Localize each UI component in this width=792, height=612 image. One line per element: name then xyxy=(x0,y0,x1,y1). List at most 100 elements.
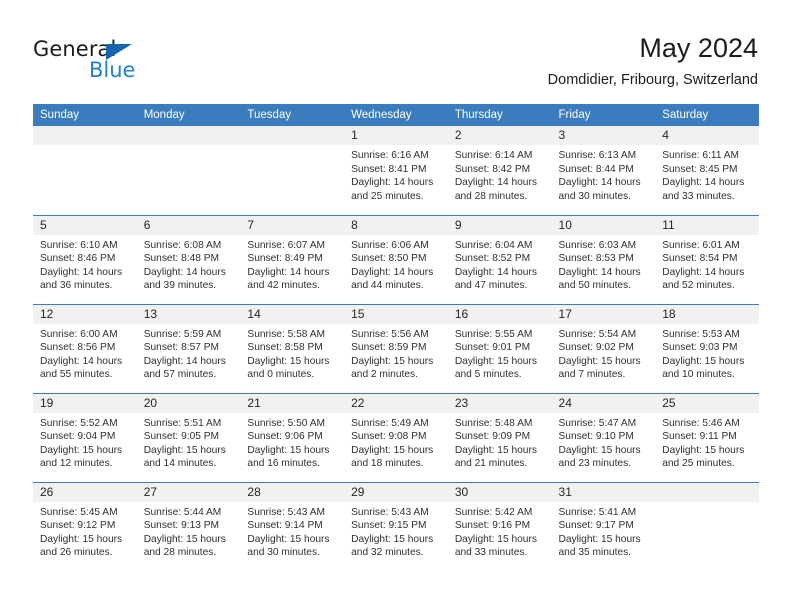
calendar-day-cell[interactable]: 29 Sunrise: 5:43 AM Sunset: 9:15 PM Dayligh… xyxy=(344,481,448,571)
day-number: 5 xyxy=(33,215,137,235)
day-number xyxy=(240,126,345,145)
day-number xyxy=(33,126,137,145)
general-blue-logo[interactable]: General Blue xyxy=(33,38,233,86)
daylight-text: Daylight: 14 hours and 57 minutes. xyxy=(143,355,226,381)
daylight-text: Daylight: 15 hours and 32 minutes. xyxy=(351,533,434,559)
calendar-cell-inner: 26 Sunrise: 5:45 AM Sunset: 9:12 PM Dayligh… xyxy=(33,482,137,572)
calendar-day-cell[interactable]: 3 Sunrise: 6:13 AM Sunset: 8:44 PM Daylight… xyxy=(551,126,656,215)
day-number: 19 xyxy=(33,393,137,413)
sunrise-text: Sunrise: 5:45 AM xyxy=(40,506,118,518)
sunrise-text: Sunrise: 5:50 AM xyxy=(247,417,325,429)
calendar-cell-inner: 6 Sunrise: 6:08 AM Sunset: 8:48 PM Daylight… xyxy=(136,215,241,304)
daylight-text: Daylight: 15 hours and 18 minutes. xyxy=(351,444,434,470)
sunrise-text: Sunrise: 6:10 AM xyxy=(40,239,118,251)
sun-info: Sunrise: 6:06 AM Sunset: 8:50 PM Daylight:… xyxy=(344,235,448,293)
sun-info: Sunrise: 6:11 AM Sunset: 8:45 PM Daylight:… xyxy=(655,145,759,203)
day-number: 4 xyxy=(655,126,759,145)
calendar-day-cell[interactable]: 11 Sunrise: 6:01 AM Sunset: 8:54 PM Dayligh… xyxy=(655,214,759,304)
calendar-cell-empty xyxy=(136,126,241,215)
sunset-text: Sunset: 8:59 PM xyxy=(351,342,427,354)
calendar-day-cell[interactable]: 18 Sunrise: 5:53 AM Sunset: 9:03 PM Dayligh… xyxy=(655,303,759,393)
day-number: 27 xyxy=(136,482,241,502)
calendar-day-cell[interactable]: 15 Sunrise: 5:56 AM Sunset: 8:59 PM Dayligh… xyxy=(344,303,448,393)
day-number: 22 xyxy=(344,393,448,413)
sunset-text: Sunset: 9:09 PM xyxy=(454,431,531,443)
calendar-day-cell[interactable]: 10 Sunrise: 6:03 AM Sunset: 8:53 PM Dayligh… xyxy=(551,214,656,304)
calendar-day-cell[interactable]: 27 Sunrise: 5:44 AM Sunset: 9:13 PM Dayligh… xyxy=(136,481,241,571)
calendar-day-cell[interactable]: 26 Sunrise: 5:45 AM Sunset: 9:12 PM Dayligh… xyxy=(33,481,137,572)
calendar-day-cell[interactable]: 22 Sunrise: 5:49 AM Sunset: 9:08 PM Dayligh… xyxy=(344,392,448,482)
sunset-text: Sunset: 8:54 PM xyxy=(662,253,738,265)
sun-info: Sunrise: 6:14 AM Sunset: 8:42 PM Daylight:… xyxy=(448,145,552,203)
calendar-cell-empty xyxy=(33,126,137,215)
calendar-day-cell[interactable]: 20 Sunrise: 5:51 AM Sunset: 9:05 PM Dayligh… xyxy=(136,392,241,482)
calendar-day-cell[interactable]: 19 Sunrise: 5:52 AM Sunset: 9:04 PM Dayligh… xyxy=(33,392,137,482)
calendar-day-cell[interactable]: 5 Sunrise: 6:10 AM Sunset: 8:46 PM Daylight… xyxy=(33,214,137,304)
sunset-text: Sunset: 8:52 PM xyxy=(454,253,531,265)
sunset-text: Sunset: 9:03 PM xyxy=(662,342,738,354)
sunset-text: Sunset: 9:08 PM xyxy=(351,431,427,443)
sunset-text: Sunset: 8:50 PM xyxy=(351,253,427,265)
calendar-day-cell[interactable]: 14 Sunrise: 5:58 AM Sunset: 8:58 PM Dayligh… xyxy=(240,303,345,393)
calendar-day-cell[interactable]: 17 Sunrise: 5:54 AM Sunset: 9:02 PM Dayligh… xyxy=(551,303,656,393)
sun-info: Sunrise: 5:43 AM Sunset: 9:15 PM Daylight:… xyxy=(344,502,448,560)
sun-info: Sunrise: 5:45 AM Sunset: 9:12 PM Daylight:… xyxy=(33,502,137,560)
daylight-text: Daylight: 15 hours and 33 minutes. xyxy=(454,533,537,559)
calendar-cell-inner: 19 Sunrise: 5:52 AM Sunset: 9:04 PM Dayligh… xyxy=(33,393,137,482)
day-number: 25 xyxy=(655,393,759,413)
calendar-day-cell[interactable]: 13 Sunrise: 5:59 AM Sunset: 8:57 PM Dayligh… xyxy=(136,303,241,393)
sun-info: Sunrise: 6:10 AM Sunset: 8:46 PM Daylight:… xyxy=(33,235,137,293)
calendar-cell-inner: 1 Sunrise: 6:16 AM Sunset: 8:41 PM Daylight… xyxy=(344,126,448,215)
calendar-day-cell[interactable]: 6 Sunrise: 6:08 AM Sunset: 8:48 PM Daylight… xyxy=(136,214,241,304)
calendar-day-cell[interactable]: 9 Sunrise: 6:04 AM Sunset: 8:52 PM Daylight… xyxy=(447,214,552,304)
calendar-day-cell[interactable]: 23 Sunrise: 5:48 AM Sunset: 9:09 PM Dayligh… xyxy=(447,392,552,482)
calendar-cell-inner: 28 Sunrise: 5:43 AM Sunset: 9:14 PM Dayligh… xyxy=(240,482,345,572)
sunrise-text: Sunrise: 5:49 AM xyxy=(351,417,429,429)
calendar-day-cell[interactable]: 28 Sunrise: 5:43 AM Sunset: 9:14 PM Dayligh… xyxy=(240,481,345,572)
daylight-text: Daylight: 14 hours and 44 minutes. xyxy=(351,266,434,292)
sunset-text: Sunset: 9:12 PM xyxy=(40,520,116,532)
day-number: 14 xyxy=(240,304,345,324)
calendar-cell-inner: 12 Sunrise: 6:00 AM Sunset: 8:56 PM Dayligh… xyxy=(33,304,137,393)
sunrise-text: Sunrise: 5:41 AM xyxy=(558,506,637,518)
sunrise-text: Sunrise: 5:48 AM xyxy=(454,417,533,429)
day-number: 15 xyxy=(344,304,448,324)
calendar-day-cell[interactable]: 2 Sunrise: 6:14 AM Sunset: 8:42 PM Daylight… xyxy=(447,126,552,215)
daylight-text: Daylight: 15 hours and 25 minutes. xyxy=(662,444,745,470)
sunrise-text: Sunrise: 6:00 AM xyxy=(40,328,118,340)
daylight-text: Daylight: 14 hours and 52 minutes. xyxy=(662,266,745,292)
calendar-cell-inner: 11 Sunrise: 6:01 AM Sunset: 8:54 PM Dayligh… xyxy=(655,215,759,304)
calendar-cell-inner: 8 Sunrise: 6:06 AM Sunset: 8:50 PM Daylight… xyxy=(344,215,448,304)
calendar-day-cell[interactable]: 16 Sunrise: 5:55 AM Sunset: 9:01 PM Dayligh… xyxy=(447,303,552,393)
calendar-day-cell[interactable]: 7 Sunrise: 6:07 AM Sunset: 8:49 PM Daylight… xyxy=(240,214,345,304)
calendar-cell-inner: 14 Sunrise: 5:58 AM Sunset: 8:58 PM Dayligh… xyxy=(240,304,345,393)
calendar-week-row: 26 Sunrise: 5:45 AM Sunset: 9:12 PM Dayligh… xyxy=(33,481,759,572)
calendar-grid: Sunday Monday Tuesday Wednesday Thursday… xyxy=(33,104,759,571)
calendar-day-cell[interactable]: 31 Sunrise: 5:41 AM Sunset: 9:17 PM Dayligh… xyxy=(551,481,656,571)
sunrise-text: Sunrise: 6:14 AM xyxy=(454,150,533,161)
calendar-cell-inner: 17 Sunrise: 5:54 AM Sunset: 9:02 PM Dayligh… xyxy=(551,304,656,393)
sunrise-text: Sunrise: 5:54 AM xyxy=(558,328,637,340)
calendar-day-cell[interactable]: 1 Sunrise: 6:16 AM Sunset: 8:41 PM Daylight… xyxy=(344,126,448,215)
calendar-day-cell[interactable]: 8 Sunrise: 6:06 AM Sunset: 8:50 PM Daylight… xyxy=(344,214,448,304)
sunset-text: Sunset: 9:05 PM xyxy=(143,431,220,443)
calendar-cell-inner: 10 Sunrise: 6:03 AM Sunset: 8:53 PM Dayligh… xyxy=(551,215,656,304)
day-number: 6 xyxy=(136,215,241,235)
calendar-cell-inner xyxy=(240,126,345,215)
calendar-cell-inner xyxy=(655,482,759,572)
calendar-cell-inner: 30 Sunrise: 5:42 AM Sunset: 9:16 PM Dayligh… xyxy=(447,482,552,572)
calendar-day-cell[interactable]: 21 Sunrise: 5:50 AM Sunset: 9:06 PM Dayligh… xyxy=(240,392,345,482)
day-number: 11 xyxy=(655,215,759,235)
day-number: 8 xyxy=(344,215,448,235)
calendar-day-cell[interactable]: 24 Sunrise: 5:47 AM Sunset: 9:10 PM Dayligh… xyxy=(551,392,656,482)
sunset-text: Sunset: 8:41 PM xyxy=(351,163,427,175)
sunrise-text: Sunrise: 6:08 AM xyxy=(143,239,222,251)
calendar-day-cell[interactable]: 12 Sunrise: 6:00 AM Sunset: 8:56 PM Dayligh… xyxy=(33,303,137,393)
calendar-day-cell[interactable]: 25 Sunrise: 5:46 AM Sunset: 9:11 PM Dayligh… xyxy=(655,392,759,482)
calendar-cell-inner: 25 Sunrise: 5:46 AM Sunset: 9:11 PM Dayligh… xyxy=(655,393,759,482)
calendar-day-cell[interactable]: 4 Sunrise: 6:11 AM Sunset: 8:45 PM Daylight… xyxy=(655,126,759,215)
day-number: 20 xyxy=(136,393,241,413)
daylight-text: Daylight: 15 hours and 35 minutes. xyxy=(558,533,641,559)
calendar-day-cell[interactable]: 30 Sunrise: 5:42 AM Sunset: 9:16 PM Dayligh… xyxy=(447,481,552,572)
sunset-text: Sunset: 8:57 PM xyxy=(143,342,220,354)
